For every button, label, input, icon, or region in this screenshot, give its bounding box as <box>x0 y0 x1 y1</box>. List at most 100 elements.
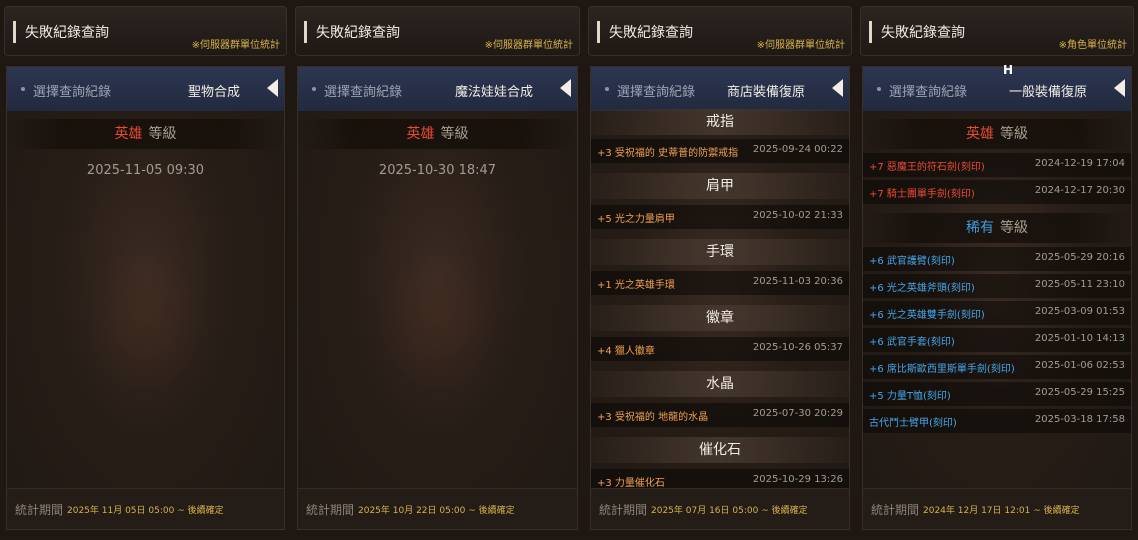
record-type-selector[interactable]: 選擇查詢紀錄 魔法娃娃合成 <box>298 67 577 111</box>
title-accent-bar <box>13 21 16 43</box>
category-header: 手環 <box>591 239 849 265</box>
records-area: 選擇查詢紀錄 魔法娃娃合成 英雄 等級 2025-10-30 18:47 統計期間… <box>297 66 578 530</box>
footer-label: 統計期間 <box>871 503 920 517</box>
footer-period: 2025年 11月 05日 05:00 ~ 後續確定 <box>67 506 224 516</box>
item-name: +3 力量催化石 <box>597 478 665 489</box>
window-title: 失敗紀錄查詢 <box>25 25 109 41</box>
bullet-icon <box>877 87 881 91</box>
emblem-watermark-icon <box>85 242 206 392</box>
grade-name: 稀有 <box>966 220 994 236</box>
record-time: 2025-10-29 13:26 <box>752 474 843 485</box>
category-header: 水晶 <box>591 371 849 397</box>
record-type-selector[interactable]: 選擇查詢紀錄 商店裝備復原 <box>591 67 849 111</box>
record-type-selector[interactable]: 選擇查詢紀錄 聖物合成 <box>7 67 284 111</box>
records-area: 選擇查詢紀錄 聖物合成 英雄 等級 2025-11-05 09:30 統計期間 2… <box>6 66 285 530</box>
grade-suffix: 等級 <box>1000 220 1028 236</box>
record-time: 2025-03-09 01:53 <box>1034 306 1125 317</box>
records-area: 選擇查詢紀錄 一般裝備復原 英雄 等級 +7 惡魔王的符石劍(刻印) 2024-1… <box>862 66 1132 530</box>
item-name: +6 席比斯歐西里斯單手劍(刻印) <box>869 364 1015 375</box>
item-name: +6 光之英雄雙手劍(刻印) <box>869 310 985 321</box>
record-type-selector[interactable]: 選擇查詢紀錄 一般裝備復原 <box>863 67 1131 111</box>
window-title: 失敗紀錄查詢 <box>881 25 965 41</box>
record-row[interactable]: +3 受祝福的 地龍的水晶 2025-07-30 20:29 <box>591 403 849 427</box>
record-row[interactable]: +5 力量T恤(刻印) 2025-05-29 15:25 <box>863 382 1131 406</box>
record-time: 2024-12-17 20:30 <box>1034 185 1125 196</box>
category-header: 肩甲 <box>591 173 849 199</box>
item-name: +1 光之英雄手環 <box>597 280 675 291</box>
item-name: +6 武官手套(刻印) <box>869 337 955 348</box>
item-name: +6 武官護臂(刻印) <box>869 256 955 267</box>
stat-period-footer: 統計期間 2025年 11月 05日 05:00 ~ 後續確定 <box>7 488 284 529</box>
bullet-icon <box>21 87 25 91</box>
grade-header-hero: 英雄 等級 <box>298 119 577 149</box>
record-row[interactable]: +3 受祝福的 史蒂普的防禦戒指 2025-09-24 00:22 <box>591 139 849 163</box>
item-name: +7 騎士團單手劍(刻印) <box>869 189 975 200</box>
expand-arrow-icon[interactable] <box>832 79 843 97</box>
stat-period-footer: 統計期間 2025年 07月 16日 05:00 ~ 後續確定 <box>591 488 849 529</box>
selector-label: 選擇查詢紀錄 <box>889 85 968 100</box>
cursor-marker: H <box>1002 63 1014 77</box>
record-row[interactable]: +6 席比斯歐西里斯單手劍(刻印) 2025-01-06 02:53 <box>863 355 1131 379</box>
footer-label: 統計期間 <box>599 503 648 517</box>
bullet-icon <box>605 87 609 91</box>
stat-scope-note: ※伺服器群單位統計 <box>756 40 845 51</box>
record-date: 2025-10-30 18:47 <box>378 163 497 178</box>
footer-period: 2025年 10月 22日 05:00 ~ 後續確定 <box>358 506 515 516</box>
stat-period-footer: 統計期間 2024年 12月 17日 12:01 ~ 後續確定 <box>863 488 1131 529</box>
grade-suffix: 等級 <box>148 126 177 142</box>
record-time: 2025-07-30 20:29 <box>752 408 843 419</box>
item-name: +4 獵人徽章 <box>597 346 655 357</box>
footer-label: 統計期間 <box>306 503 355 517</box>
window-title-bar: 失敗紀錄查詢 ※伺服器群單位統計 <box>588 6 852 56</box>
title-accent-bar <box>597 21 600 43</box>
grade-suffix: 等級 <box>440 126 469 142</box>
record-row[interactable]: +1 光之英雄手環 2025-11-03 20:36 <box>591 271 849 295</box>
panel-general-equipment-restore: 失敗紀錄查詢 ※角色單位統計 選擇查詢紀錄 一般裝備復原 英雄 等級 +7 惡魔王… <box>856 0 1138 540</box>
footer-label: 統計期間 <box>15 503 64 517</box>
record-row[interactable]: +6 光之英雄雙手劍(刻印) 2025-03-09 01:53 <box>863 301 1131 325</box>
stat-scope-note: ※伺服器群單位統計 <box>191 40 280 51</box>
expand-arrow-icon[interactable] <box>267 79 278 97</box>
category-header: 催化石 <box>591 437 849 463</box>
record-time: 2024-12-19 17:04 <box>1034 158 1125 169</box>
item-name: +7 惡魔王的符石劍(刻印) <box>869 162 985 173</box>
item-name: 古代鬥士臂甲(刻印) <box>869 418 957 429</box>
item-name: +6 光之英雄斧頭(刻印) <box>869 283 975 294</box>
grade-name: 英雄 <box>966 126 994 142</box>
window-title-bar: 失敗紀錄查詢 ※伺服器群單位統計 <box>4 6 287 56</box>
expand-arrow-icon[interactable] <box>1114 79 1125 97</box>
selected-record-type: 聖物合成 <box>187 85 240 100</box>
record-time: 2025-09-24 00:22 <box>752 144 843 155</box>
emblem-watermark-icon <box>377 242 498 392</box>
stat-scope-note: ※伺服器群單位統計 <box>484 40 573 51</box>
record-row[interactable]: +4 獵人徽章 2025-10-26 05:37 <box>591 337 849 361</box>
grade-suffix: 等級 <box>1000 126 1028 142</box>
record-row[interactable]: +7 騎士團單手劍(刻印) 2024-12-17 20:30 <box>863 180 1131 204</box>
record-row[interactable]: +5 光之力量肩甲 2025-10-02 21:33 <box>591 205 849 229</box>
grade-name: 英雄 <box>406 126 435 142</box>
selected-record-type: 一般裝備復原 <box>1008 85 1087 100</box>
record-row[interactable]: 古代鬥士臂甲(刻印) 2025-03-18 17:58 <box>863 409 1131 433</box>
selected-record-type: 魔法娃娃合成 <box>454 85 533 100</box>
bullet-icon <box>312 87 316 91</box>
record-time: 2025-10-26 05:37 <box>752 342 843 353</box>
record-time: 2025-11-03 20:36 <box>752 276 843 287</box>
record-time: 2025-01-06 02:53 <box>1034 360 1125 371</box>
category-header: 徽章 <box>591 305 849 331</box>
expand-arrow-icon[interactable] <box>560 79 571 97</box>
panel-relic-synthesis: 失敗紀錄查詢 ※伺服器群單位統計 選擇查詢紀錄 聖物合成 英雄 等級 2025-1… <box>0 0 291 540</box>
window-title: 失敗紀錄查詢 <box>609 25 693 41</box>
item-name: +5 力量T恤(刻印) <box>869 391 951 402</box>
record-row[interactable]: +6 光之英雄斧頭(刻印) 2025-05-11 23:10 <box>863 274 1131 298</box>
selector-label: 選擇查詢紀錄 <box>617 85 696 100</box>
window-title-bar: 失敗紀錄查詢 ※伺服器群單位統計 <box>295 6 580 56</box>
record-date: 2025-11-05 09:30 <box>86 163 205 178</box>
record-row[interactable]: +7 惡魔王的符石劍(刻印) 2024-12-19 17:04 <box>863 153 1131 177</box>
record-row[interactable]: +6 武官手套(刻印) 2025-01-10 14:13 <box>863 328 1131 352</box>
record-row[interactable]: +6 武官護臂(刻印) 2025-05-29 20:16 <box>863 247 1131 271</box>
footer-period: 2024年 12月 17日 12:01 ~ 後續確定 <box>923 506 1080 516</box>
selected-record-type: 商店裝備復原 <box>726 85 805 100</box>
stat-period-footer: 統計期間 2025年 10月 22日 05:00 ~ 後續確定 <box>298 488 577 529</box>
records-area: 選擇查詢紀錄 商店裝備復原 戒指 +3 受祝福的 史蒂普的防禦戒指 2025-0… <box>590 66 850 530</box>
item-name: +3 受祝福的 史蒂普的防禦戒指 <box>597 148 739 159</box>
